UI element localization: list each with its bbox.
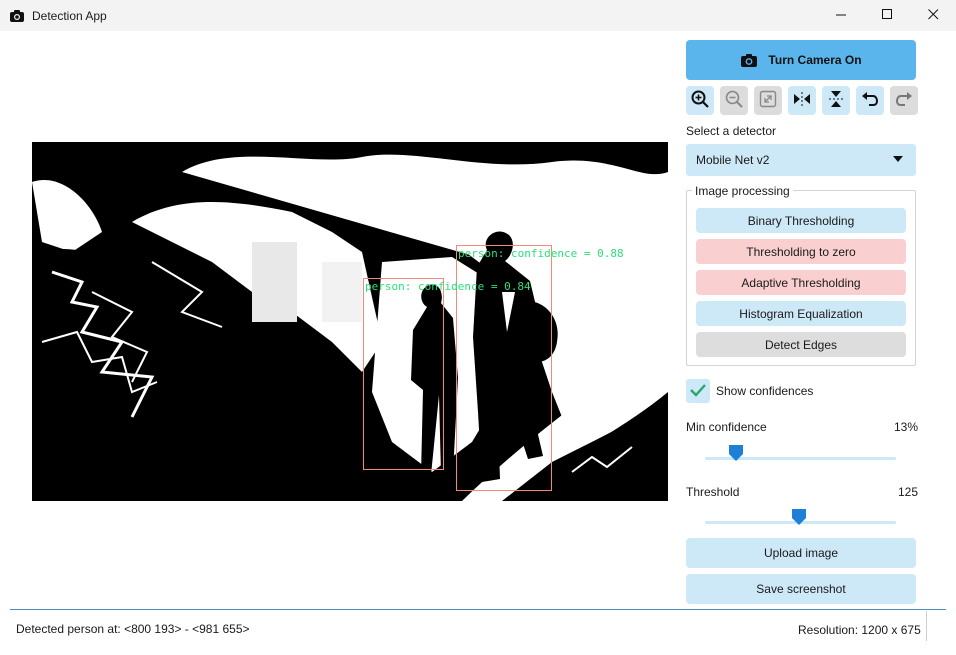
close-button[interactable]: [910, 0, 956, 31]
redo-button[interactable]: [890, 86, 918, 115]
fit-to-screen-button[interactable]: [754, 86, 782, 115]
close-icon: [927, 8, 939, 23]
checkmark-icon: [690, 383, 706, 400]
image-viewer[interactable]: person: confidence = 0.84 person: confid…: [32, 142, 668, 501]
save-screenshot-button[interactable]: Save screenshot: [686, 574, 916, 604]
view-toolbar: [686, 86, 918, 115]
window-title: Detection App: [32, 8, 107, 23]
save-screenshot-label: Save screenshot: [756, 582, 846, 596]
fit-to-screen-icon: [759, 90, 777, 111]
undo-icon: [861, 90, 879, 111]
histogram-equalization-label: Histogram Equalization: [739, 306, 863, 321]
threshold-label: Threshold: [686, 485, 740, 499]
min-confidence-label: Min confidence: [686, 420, 767, 434]
processed-image: [32, 154, 668, 501]
adaptive-thresholding-button[interactable]: Adaptive Thresholding: [696, 270, 906, 295]
image-processing-title: Image processing: [692, 184, 793, 198]
binary-thresholding-label: Binary Thresholding: [747, 213, 855, 228]
title-bar: Detection App: [0, 0, 956, 31]
detector-selected-value: Mobile Net v2: [696, 153, 770, 167]
status-divider: [926, 611, 927, 641]
thresholding-to-zero-label: Thresholding to zero: [746, 244, 856, 259]
status-separator: [10, 609, 946, 610]
flip-vertical-icon: [827, 90, 845, 111]
flip-horizontal-icon: [793, 90, 811, 111]
resolution-status: Resolution: 1200 x 675: [798, 623, 921, 637]
thresholding-to-zero-button[interactable]: Thresholding to zero: [696, 239, 906, 264]
show-confidences-checkbox[interactable]: [686, 379, 710, 403]
zoom-in-button[interactable]: [686, 86, 714, 115]
show-confidences-label: Show confidences: [716, 384, 814, 398]
detector-label: Select a detector: [686, 124, 777, 138]
zoom-in-icon: [691, 90, 709, 111]
camera-icon: [9, 9, 25, 23]
min-confidence-slider-handle[interactable]: [727, 443, 745, 463]
adaptive-thresholding-label: Adaptive Thresholding: [741, 275, 861, 290]
min-confidence-value: 13%: [894, 420, 919, 434]
minimize-icon: [835, 9, 847, 23]
minimize-button[interactable]: [818, 0, 864, 31]
upload-image-label: Upload image: [763, 546, 839, 560]
detection-box: [363, 278, 444, 470]
flip-horizontal-button[interactable]: [788, 86, 816, 115]
redo-icon: [895, 90, 913, 111]
zoom-out-button[interactable]: [720, 86, 748, 115]
chevron-down-icon: [893, 156, 903, 162]
detection-label: person: confidence = 0.88: [458, 247, 624, 260]
turn-camera-on-label: Turn Camera On: [768, 53, 862, 67]
zoom-out-icon: [725, 90, 743, 111]
detector-select[interactable]: Mobile Net v2: [686, 144, 916, 176]
binary-thresholding-button[interactable]: Binary Thresholding: [696, 208, 906, 233]
camera-icon: [740, 53, 758, 68]
histogram-equalization-button[interactable]: Histogram Equalization: [696, 301, 906, 326]
detection-label: person: confidence = 0.84: [365, 280, 531, 293]
maximize-icon: [881, 8, 893, 23]
undo-button[interactable]: [856, 86, 884, 115]
detect-edges-label: Detect Edges: [764, 337, 838, 352]
upload-image-button[interactable]: Upload image: [686, 538, 916, 568]
flip-vertical-button[interactable]: [822, 86, 850, 115]
detect-edges-button[interactable]: Detect Edges: [696, 332, 906, 357]
threshold-value: 125: [898, 485, 919, 499]
detection-status: Detected person at: <800 193> - <981 655…: [16, 622, 250, 636]
threshold-slider-handle[interactable]: [790, 507, 808, 527]
turn-camera-on-button[interactable]: Turn Camera On: [686, 40, 916, 80]
maximize-button[interactable]: [864, 0, 910, 31]
